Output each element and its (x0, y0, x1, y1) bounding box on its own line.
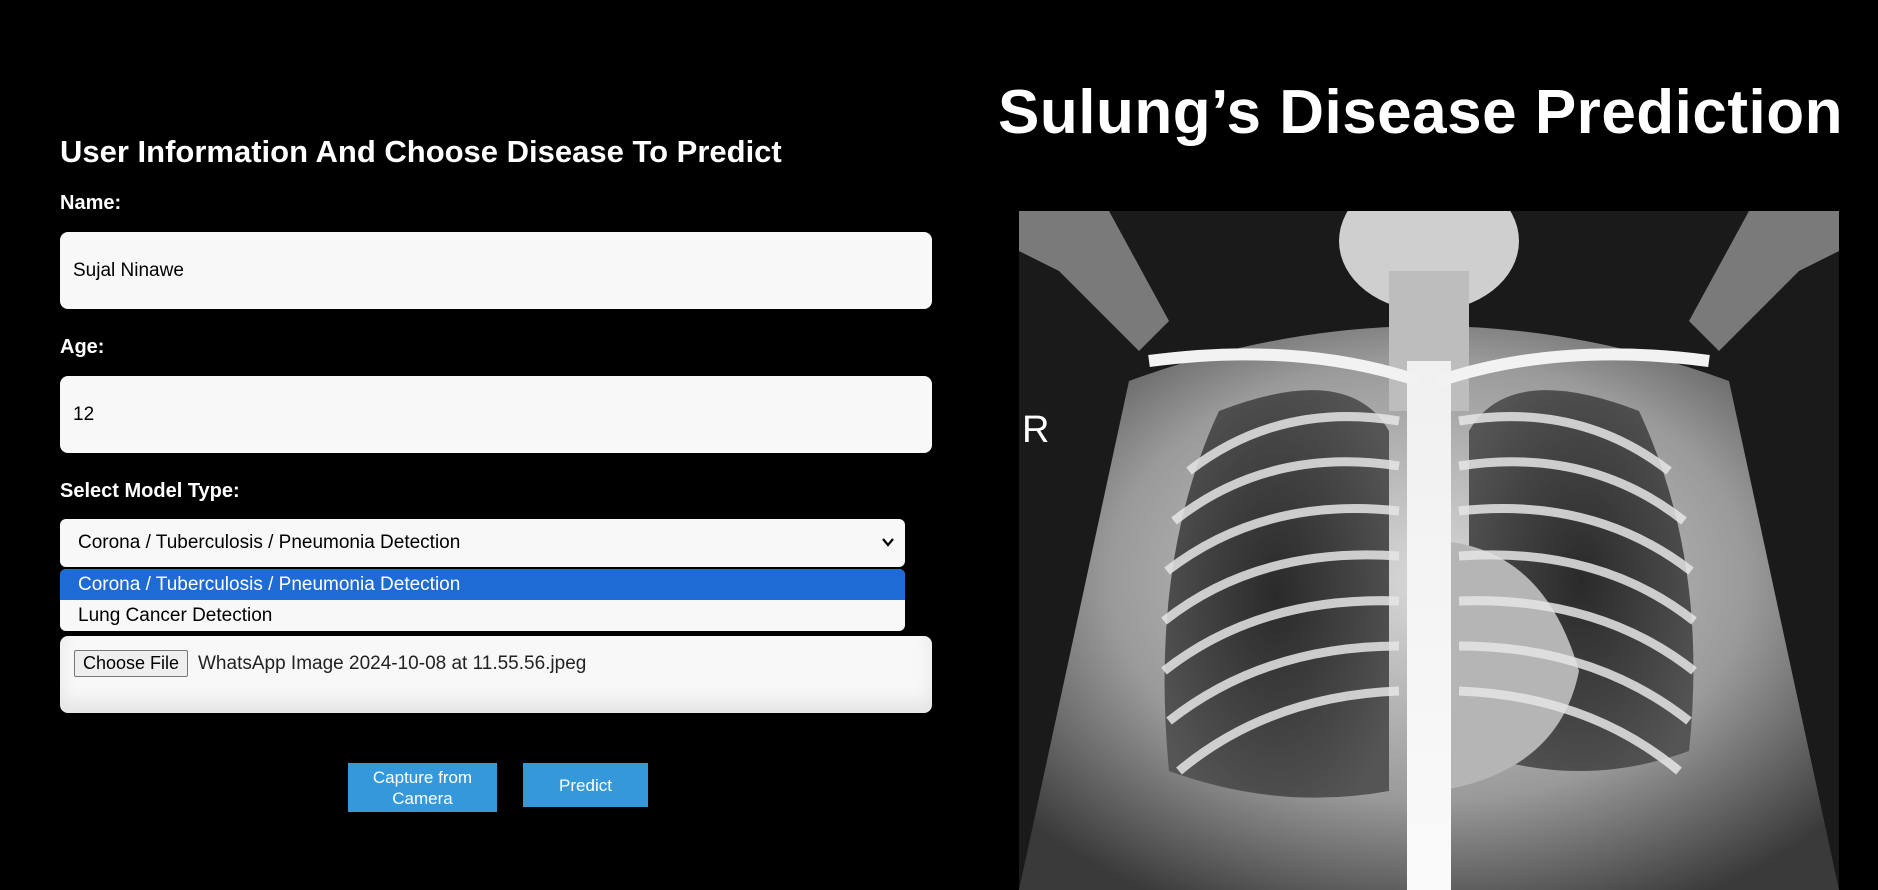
model-option-corona[interactable]: Corona / Tuberculosis / Pneumonia Detect… (60, 569, 905, 600)
file-upload-field: Choose File WhatsApp Image 2024-10-08 at… (60, 636, 932, 713)
form-title: User Information And Choose Disease To P… (60, 134, 782, 169)
model-type-dropdown: Corona / Tuberculosis / Pneumonia Detect… (60, 569, 905, 631)
name-input-value: Sujal Ninawe (73, 259, 184, 281)
chevron-down-icon (882, 538, 894, 547)
model-type-selected-value: Corona / Tuberculosis / Pneumonia Detect… (78, 532, 461, 553)
user-info-form: User Information And Choose Disease To P… (60, 128, 932, 812)
name-input[interactable]: Sujal Ninawe (60, 232, 932, 309)
age-label: Age: (60, 336, 105, 358)
page: User Information And Choose Disease To P… (0, 0, 1878, 890)
predict-button[interactable]: Predict (523, 763, 648, 807)
model-option-lung-cancer[interactable]: Lung Cancer Detection (60, 600, 905, 631)
age-input-value: 12 (73, 403, 95, 425)
name-label: Name: (60, 192, 122, 214)
app-title: Sulung’s Disease Prediction (998, 78, 1843, 147)
xray-illustration (1019, 211, 1839, 890)
model-type-select[interactable]: Corona / Tuberculosis / Pneumonia Detect… (60, 519, 905, 567)
choose-file-button[interactable]: Choose File (74, 650, 189, 677)
capture-from-camera-button[interactable]: Capture from Camera (348, 763, 497, 812)
xray-side-marker: R (1022, 409, 1050, 451)
model-type-label: Select Model Type: (60, 480, 240, 502)
age-input[interactable]: 12 (60, 376, 932, 453)
selected-file-name: WhatsApp Image 2024-10-08 at 11.55.56.jp… (198, 652, 587, 674)
chest-xray-image: R (1019, 211, 1839, 890)
